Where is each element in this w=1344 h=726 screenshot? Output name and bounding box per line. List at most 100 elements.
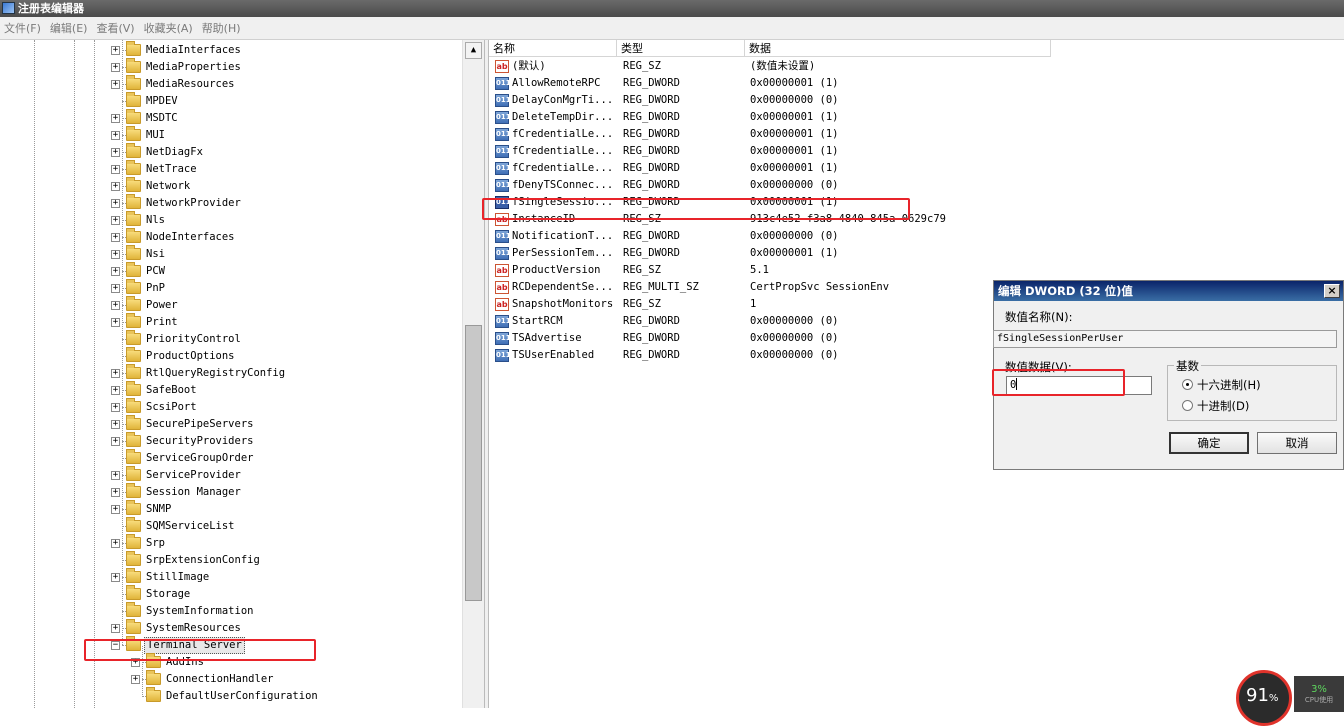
tree-item[interactable]: + NetTrace [0,160,462,178]
tree-item[interactable]: + Network [0,177,462,195]
value-row[interactable]: 011 PerSessionTem... REG_DWORD 0x00000001 (… [489,245,1029,262]
expand-icon[interactable]: + [111,182,120,191]
expand-icon[interactable]: + [111,131,120,140]
menu-item-2[interactable]: 查看(V) [92,17,139,40]
tree-item[interactable]: + RtlQueryRegistryConfig [0,364,462,382]
tree-item[interactable]: + Session Manager [0,483,462,501]
tree-item[interactable]: + SecurityProviders [0,432,462,450]
cancel-button[interactable]: 取消 [1257,432,1337,454]
value-row[interactable]: 011 fDenyTSConnec... REG_DWORD 0x00000000 (… [489,177,1029,194]
value-row[interactable]: 011 fSingleSessio... REG_DWORD 0x00000001 (… [489,194,1029,211]
expand-icon[interactable]: + [111,539,120,548]
expand-icon[interactable]: + [111,437,120,446]
expand-icon[interactable]: + [111,284,120,293]
menu-item-1[interactable]: 编辑(E) [46,17,93,40]
tree-item[interactable]: + Print [0,313,462,331]
column-header-name[interactable]: 名称 [489,40,617,57]
value-row[interactable]: 011 fCredentialLe... REG_DWORD 0x00000001 (… [489,126,1029,143]
tree-item[interactable]: + MediaProperties [0,58,462,76]
expand-icon[interactable]: + [111,233,120,242]
value-row[interactable]: ab RCDependentSe... REG_MULTI_SZ CertPropSv… [489,279,1029,296]
tree-item[interactable]: SQMServiceList [0,517,462,535]
expand-icon[interactable]: + [111,250,120,259]
expand-icon[interactable]: + [111,318,120,327]
tree-item[interactable]: + MediaResources [0,75,462,93]
tree-item[interactable]: SystemInformation [0,602,462,620]
registry-tree[interactable]: + MediaInterfaces + MediaProperties + MediaRe… [0,40,462,708]
menu-item-0[interactable]: 文件(F) [0,17,46,40]
tree-scrollbar[interactable]: ▲ [462,40,484,708]
menu-item-4[interactable]: 帮助(H) [198,17,246,40]
close-icon[interactable]: × [1324,284,1340,298]
expand-icon[interactable]: + [111,573,120,582]
tree-item[interactable]: + SystemResources [0,619,462,637]
value-row[interactable]: 011 DelayConMgrTi... REG_DWORD 0x00000000 (… [489,92,1029,109]
value-row[interactable]: 011 TSUserEnabled REG_DWORD 0x00000000 (0) [489,347,1029,364]
value-row[interactable]: ab ProductVersion REG_SZ 5.1 [489,262,1029,279]
tree-item[interactable]: MPDEV [0,92,462,110]
radio-hex[interactable]: 十六进制(H) [1182,377,1261,393]
tree-child-item[interactable]: + ConnectionHandler [0,670,462,688]
expand-icon[interactable]: + [111,386,120,395]
tree-item[interactable]: + NodeInterfaces [0,228,462,246]
tree-item[interactable]: + Power [0,296,462,314]
radio-decimal[interactable]: 十进制(D) [1182,398,1249,414]
value-row[interactable]: 011 TSAdvertise REG_DWORD 0x00000000 (0) [489,330,1029,347]
tree-child-item[interactable]: + AddIns [0,653,462,671]
expand-icon[interactable]: + [111,488,120,497]
scroll-up-arrow-icon[interactable]: ▲ [465,42,482,59]
expand-icon[interactable]: + [111,369,120,378]
expand-icon[interactable]: + [111,624,120,633]
expand-icon[interactable]: + [111,267,120,276]
tree-item[interactable]: + NetDiagFx [0,143,462,161]
expand-icon[interactable]: + [111,80,120,89]
expand-icon[interactable]: + [111,505,120,514]
value-row[interactable]: 011 NotificationT... REG_DWORD 0x00000000 (… [489,228,1029,245]
tree-item[interactable]: + SafeBoot [0,381,462,399]
performance-widget[interactable]: 91% 3% CPU使用 [1232,666,1344,726]
tree-item[interactable]: + Nls [0,211,462,229]
value-row[interactable]: ab (默认) REG_SZ (数值未设置) [489,58,1029,75]
tree-item[interactable]: + Nsi [0,245,462,263]
value-row[interactable]: ab InstanceID REG_SZ 913c4e52-f3a8-4840-845… [489,211,1029,228]
expand-icon[interactable]: + [111,46,120,55]
tree-child-item[interactable]: DefaultUserConfiguration [0,687,462,705]
tree-item[interactable]: + NetworkProvider [0,194,462,212]
value-row[interactable]: 011 AllowRemoteRPC REG_DWORD 0x00000001 (1) [489,75,1029,92]
tree-item[interactable]: + Srp [0,534,462,552]
expand-icon[interactable]: + [131,658,140,667]
tree-item[interactable]: + MediaInterfaces [0,41,462,59]
tree-item[interactable]: ProductOptions [0,347,462,365]
value-row[interactable]: ab SnapshotMonitors REG_SZ 1 [489,296,1029,313]
column-header-data[interactable]: 数据 [745,40,1051,57]
tree-item[interactable]: ServiceGroupOrder [0,449,462,467]
tree-item[interactable]: + SNMP [0,500,462,518]
expand-icon[interactable]: + [111,216,120,225]
expand-icon[interactable]: + [111,471,120,480]
tree-item[interactable]: + PnP [0,279,462,297]
column-header-type[interactable]: 类型 [617,40,745,57]
expand-icon[interactable]: + [111,403,120,412]
value-row[interactable]: 011 StartRCM REG_DWORD 0x00000000 (0) [489,313,1029,330]
collapse-icon[interactable]: − [111,641,120,650]
tree-item[interactable]: + MSDTC [0,109,462,127]
expand-icon[interactable]: + [111,148,120,157]
value-data-input[interactable]: 0 [1006,376,1152,395]
tree-item[interactable]: + ServiceProvider [0,466,462,484]
expand-icon[interactable]: + [111,301,120,310]
tree-item[interactable]: + PCW [0,262,462,280]
tree-item[interactable]: + ScsiPort [0,398,462,416]
expand-icon[interactable]: + [111,114,120,123]
radio-decimal-dot[interactable] [1182,400,1193,411]
tree-item[interactable]: + StillImage [0,568,462,586]
ok-button[interactable]: 确定 [1169,432,1249,454]
expand-icon[interactable]: + [131,675,140,684]
tree-item[interactable]: Storage [0,585,462,603]
menu-item-3[interactable]: 收藏夹(A) [140,17,198,40]
expand-icon[interactable]: + [111,63,120,72]
scroll-thumb[interactable] [465,325,482,601]
tree-item[interactable]: + SecurePipeServers [0,415,462,433]
value-row[interactable]: 011 fCredentialLe... REG_DWORD 0x00000001 (… [489,143,1029,160]
tree-item[interactable]: SrpExtensionConfig [0,551,462,569]
radio-hex-dot[interactable] [1182,379,1193,390]
